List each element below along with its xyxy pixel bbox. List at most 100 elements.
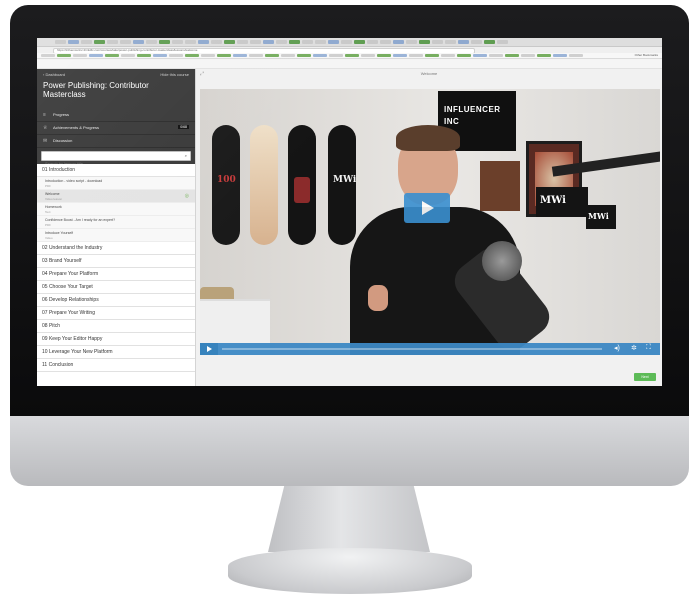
browser-tab[interactable] — [458, 40, 469, 44]
bookmark-item[interactable] — [281, 54, 295, 57]
sidebar-item-discussion[interactable]: ✉ Discussion — [37, 135, 195, 148]
browser-tab[interactable] — [172, 40, 183, 44]
bookmark-item[interactable] — [489, 54, 503, 57]
sidebar-item-progress[interactable]: ≡ Progress — [37, 109, 195, 122]
browser-tab[interactable] — [211, 40, 222, 44]
browser-tab[interactable] — [55, 40, 66, 44]
bookmark-item[interactable] — [121, 54, 135, 57]
browser-tab[interactable] — [224, 40, 235, 44]
video-player[interactable]: 100 MWi INFLUENCER INC MWi MWi ◂) ✲ ⛶ — [200, 89, 660, 355]
browser-tab[interactable] — [198, 40, 209, 44]
next-lesson-button[interactable]: Next — [634, 373, 656, 381]
browser-tab[interactable] — [445, 40, 456, 44]
bookmark-item[interactable] — [153, 54, 167, 57]
settings-gear-icon[interactable]: ✲ — [631, 344, 637, 352]
bookmark-item[interactable] — [393, 54, 407, 57]
browser-tab[interactable] — [185, 40, 196, 44]
bookmark-item[interactable] — [329, 54, 343, 57]
browser-tab[interactable] — [107, 40, 118, 44]
bookmark-item[interactable] — [249, 54, 263, 57]
browser-tab[interactable] — [302, 40, 313, 44]
browser-tab[interactable] — [393, 40, 404, 44]
bookmark-item[interactable] — [297, 54, 311, 57]
bookmark-item[interactable] — [457, 54, 471, 57]
bookmark-item[interactable] — [201, 54, 215, 57]
sidebar-item-achievements[interactable]: ♕ Achievements & Progress 0/68 — [37, 122, 195, 135]
volume-icon[interactable]: ◂) — [614, 344, 620, 352]
browser-tab[interactable] — [133, 40, 144, 44]
bookmark-item[interactable] — [41, 54, 55, 57]
bookmark-item[interactable] — [425, 54, 439, 57]
chapter-item[interactable]: 06 Develop Relationships — [37, 294, 195, 307]
bookmark-item[interactable] — [89, 54, 103, 57]
lesson-item[interactable]: Confidence Boost - Am I ready for an exp… — [37, 216, 195, 229]
bookmark-item[interactable] — [73, 54, 87, 57]
browser-tab[interactable] — [380, 40, 391, 44]
bookmark-item[interactable] — [377, 54, 391, 57]
browser-tab[interactable] — [471, 40, 482, 44]
bookmark-item[interactable] — [473, 54, 487, 57]
bookmark-item[interactable] — [361, 54, 375, 57]
play-button[interactable] — [200, 343, 218, 355]
browser-tab[interactable] — [354, 40, 365, 44]
browser-tab[interactable] — [81, 40, 92, 44]
search-icon[interactable]: ⌕ — [185, 153, 187, 158]
lesson-item[interactable]: Homework Text — [37, 203, 195, 216]
browser-tab[interactable] — [250, 40, 261, 44]
lesson-item-active[interactable]: Welcome Video lesson ◎ — [37, 190, 195, 203]
browser-tab[interactable] — [263, 40, 274, 44]
bookmark-item[interactable] — [57, 54, 71, 57]
chapter-item[interactable]: 10 Leverage Your New Platform — [37, 346, 195, 359]
bookmark-item[interactable] — [505, 54, 519, 57]
chapter-item[interactable]: 07 Prepare Your Writing — [37, 307, 195, 320]
bookmark-item[interactable] — [233, 54, 247, 57]
lesson-item[interactable]: Introduce Yourself Video — [37, 229, 195, 242]
browser-tab[interactable] — [341, 40, 352, 44]
browser-tab[interactable] — [432, 40, 443, 44]
browser-tab[interactable] — [484, 40, 495, 44]
browser-tab[interactable] — [159, 40, 170, 44]
big-play-button[interactable] — [404, 193, 450, 223]
browser-tab[interactable] — [289, 40, 300, 44]
bookmark-item[interactable] — [105, 54, 119, 57]
chapter-item[interactable]: 05 Choose Your Target — [37, 281, 195, 294]
browser-tab[interactable] — [367, 40, 378, 44]
bookmark-item[interactable] — [521, 54, 535, 57]
bookmark-item[interactable] — [169, 54, 183, 57]
browser-tab[interactable] — [68, 40, 79, 44]
browser-tab[interactable] — [328, 40, 339, 44]
browser-tab[interactable] — [276, 40, 287, 44]
browser-tab[interactable] — [146, 40, 157, 44]
hide-course-link[interactable]: Hide this course — [160, 72, 189, 77]
bookmark-item[interactable] — [137, 54, 151, 57]
chapter-item[interactable]: 11 Conclusion — [37, 359, 195, 372]
chapter-introduction[interactable]: 01 Introduction — [37, 164, 195, 177]
chapter-item[interactable]: 02 Understand the Industry — [37, 242, 195, 255]
bookmark-item[interactable] — [441, 54, 455, 57]
bookmark-item[interactable] — [537, 54, 551, 57]
bookmark-item[interactable] — [185, 54, 199, 57]
browser-tab[interactable] — [497, 40, 508, 44]
back-to-dashboard-link[interactable]: ‹ Dashboard — [43, 72, 65, 77]
bookmark-item[interactable] — [553, 54, 567, 57]
chapter-item[interactable]: 09 Keep Your Editor Happy — [37, 333, 195, 346]
bookmark-item[interactable] — [409, 54, 423, 57]
bookmark-item[interactable] — [345, 54, 359, 57]
browser-tab[interactable] — [120, 40, 131, 44]
bookmark-item[interactable] — [217, 54, 231, 57]
bookmark-item[interactable] — [313, 54, 327, 57]
bookmark-item[interactable] — [569, 54, 583, 57]
chapter-item[interactable]: 08 Pitch — [37, 320, 195, 333]
lesson-item[interactable]: Introduction - video script - download P… — [37, 177, 195, 190]
other-bookmarks[interactable]: Other Bookmarks — [635, 53, 658, 58]
chapter-item[interactable]: 04 Prepare Your Platform — [37, 268, 195, 281]
browser-tab[interactable] — [237, 40, 248, 44]
bookmark-item[interactable] — [265, 54, 279, 57]
fullscreen-icon[interactable]: ⛶ — [646, 344, 651, 352]
browser-tab[interactable] — [94, 40, 105, 44]
browser-tab[interactable] — [315, 40, 326, 44]
video-progress-bar[interactable] — [222, 348, 602, 350]
browser-tab[interactable] — [406, 40, 417, 44]
browser-tab[interactable] — [419, 40, 430, 44]
chapter-item[interactable]: 03 Brand Yourself — [37, 255, 195, 268]
